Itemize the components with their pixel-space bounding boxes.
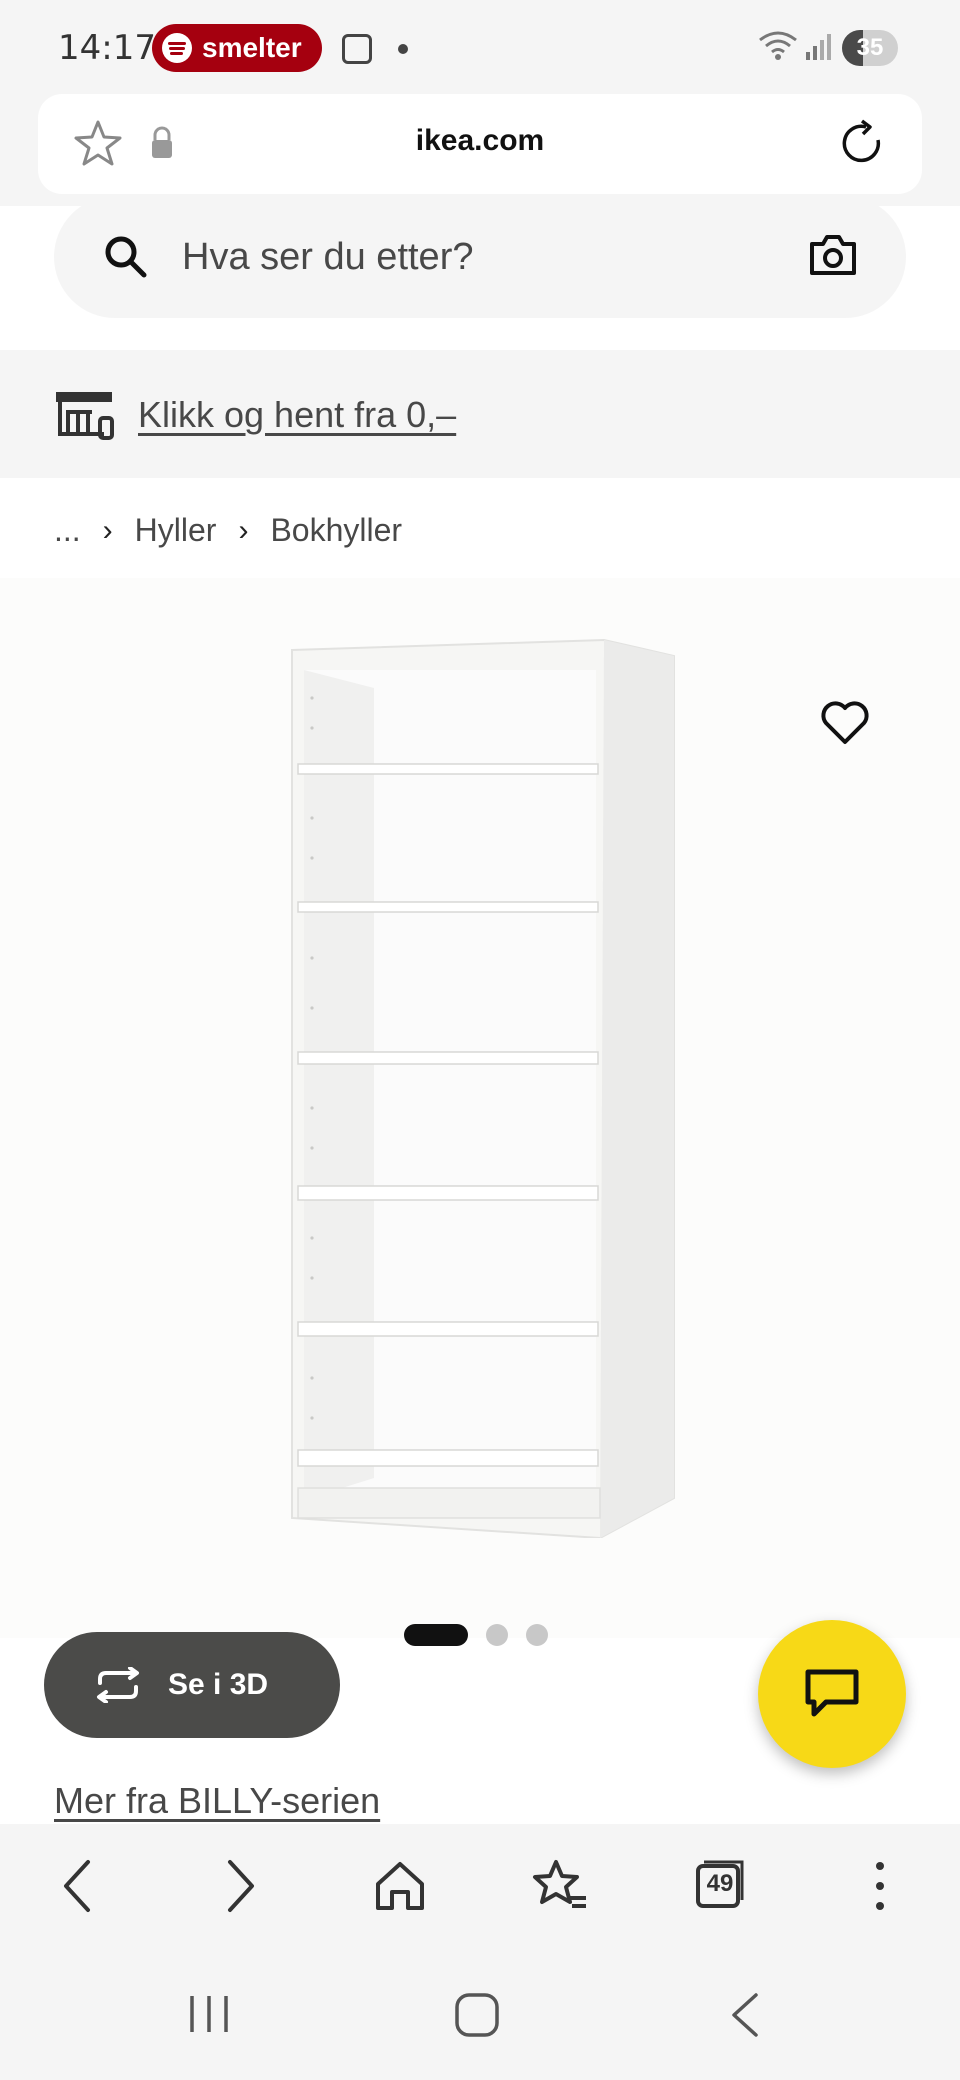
web-page: Hva ser du etter? Klikk og hent fra 0,– … — [0, 206, 960, 1824]
tabs-button[interactable]: 49 — [694, 1858, 746, 1910]
battery-icon: 35 — [842, 30, 898, 66]
back-icon[interactable] — [56, 1858, 100, 1914]
bookmarks-icon[interactable] — [530, 1858, 590, 1914]
chat-button[interactable] — [758, 1620, 906, 1768]
search-icon — [105, 236, 147, 278]
home-nav-icon[interactable] — [454, 1992, 500, 2038]
pagination-dot[interactable] — [486, 1624, 508, 1646]
series-link[interactable]: Mer fra BILLY-serien — [54, 1780, 380, 1822]
search-input[interactable]: Hva ser du etter? — [54, 206, 906, 318]
home-icon[interactable] — [372, 1858, 428, 1914]
bookcase-product-image — [291, 638, 675, 1538]
media-pill-label: smelter — [202, 32, 302, 63]
browser-toolbar: 49 — [0, 1824, 960, 1950]
breadcrumb-item-bookcases[interactable]: Bokhyller — [270, 512, 402, 549]
reload-icon[interactable] — [836, 118, 888, 170]
address-bar[interactable]: ikea.com — [38, 94, 922, 194]
more-menu-icon[interactable] — [860, 1858, 900, 1914]
view-3d-label: Se i 3D — [168, 1668, 269, 1701]
pagination-dot[interactable] — [526, 1624, 548, 1646]
click-collect-banner[interactable]: Klikk og hent fra 0,– — [0, 350, 960, 478]
breadcrumb-ellipsis[interactable]: ... — [54, 512, 81, 549]
wifi-icon — [759, 31, 797, 60]
breadcrumb-item-shelves[interactable]: Hyller — [135, 512, 217, 549]
media-pill[interactable]: smelter — [152, 24, 322, 72]
spotify-icon — [162, 33, 192, 63]
forward-icon[interactable] — [218, 1858, 262, 1914]
status-bar: 14:17 smelter 35 — [0, 0, 960, 96]
view-3d-button[interactable]: Se i 3D — [44, 1632, 340, 1738]
recent-apps-icon[interactable] — [186, 1992, 232, 2036]
image-pagination[interactable] — [404, 1624, 548, 1646]
camera-icon[interactable] — [808, 232, 858, 278]
status-time: 14:17 — [58, 28, 156, 68]
url-text[interactable]: ikea.com — [38, 124, 922, 158]
tab-count: 49 — [706, 1870, 734, 1897]
screenshot-icon — [342, 34, 372, 64]
product-image-gallery[interactable]: Se i 3D — [0, 578, 960, 1738]
favorite-heart-icon[interactable] — [820, 700, 870, 746]
search-placeholder: Hva ser du etter? — [182, 236, 474, 278]
signal-icon — [806, 34, 831, 60]
back-nav-icon[interactable] — [728, 1992, 762, 2038]
battery-level: 35 — [856, 34, 884, 61]
system-navigation-bar — [0, 1950, 960, 2080]
notification-dot-icon — [398, 44, 408, 54]
rotate-3d-icon — [97, 1667, 139, 1703]
breadcrumb: ... › Hyller › Bokhyller — [54, 512, 402, 549]
store-icon — [56, 392, 114, 440]
chevron-right-icon: › — [238, 513, 249, 547]
click-collect-link[interactable]: Klikk og hent fra 0,– — [138, 394, 456, 436]
chat-bubble-icon — [805, 1669, 859, 1717]
pagination-dot-active[interactable] — [404, 1624, 468, 1646]
chevron-right-icon: › — [102, 513, 113, 547]
